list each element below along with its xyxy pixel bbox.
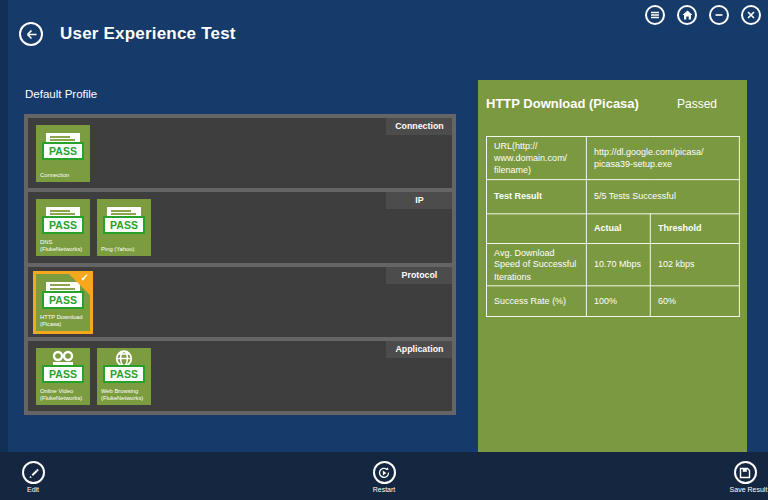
actual-value: 10.70 Mbps — [586, 243, 650, 286]
tile-label: Connection — [40, 172, 88, 179]
actual-value: 100% — [586, 286, 650, 317]
threshold-value: 60% — [650, 286, 739, 317]
tile-connection[interactable]: PASS Connection — [36, 125, 90, 182]
tile-http-download[interactable]: PASS HTTP Download (Picasa) ✓ — [33, 271, 93, 334]
save-label: Save Result — [730, 486, 761, 494]
row-value: 5/5 Tests Successful — [586, 179, 739, 213]
edit-button[interactable]: Edit — [21, 461, 45, 497]
restart-button[interactable]: Restart — [366, 461, 402, 497]
row-label: Success Rate (%) — [486, 286, 586, 317]
group-protocol: Protocol PASS HTTP Download (Picasa) ✓ — [28, 267, 452, 337]
profile-label: Default Profile — [25, 88, 97, 100]
tile-label: Online Video (FlukeNetworks) — [40, 388, 88, 402]
threshold-value: 102 kbps — [650, 243, 739, 286]
row-label: Test Result — [486, 179, 586, 213]
test-groups-panel: Connection PASS Connection IP PASS DNS (… — [24, 114, 456, 415]
tile-label: DNS (FlukeNetworks) — [40, 239, 88, 253]
close-icon — [746, 10, 756, 20]
tile-ping[interactable]: PASS Ping (Yahoo) — [97, 199, 151, 256]
tile-dns[interactable]: PASS DNS (FlukeNetworks) — [36, 199, 90, 256]
home-icon — [682, 10, 693, 20]
group-application: Application PASS Online Video (FlukeNetw… — [28, 341, 452, 411]
result-panel: HTTP Download (Picasa) Passed URL(http:/… — [478, 80, 747, 452]
result-title: HTTP Download (Picasa) — [486, 96, 639, 111]
col-header-actual: Actual — [586, 213, 650, 243]
window-controls — [645, 5, 761, 25]
row-label — [486, 213, 586, 243]
pass-badge: PASS — [42, 216, 84, 234]
save-result-button[interactable]: Save Result — [723, 461, 767, 497]
result-status: Passed — [677, 97, 717, 111]
result-table: URL(http:/​/​www.domain.com/​filename) h… — [486, 136, 740, 317]
tile-label: Ping (Yahoo) — [101, 246, 149, 253]
row-value: http:/​/​dl.google.com/​picasa/​picasa39… — [586, 136, 739, 179]
pass-badge: PASS — [103, 216, 145, 234]
group-tab-ip: IP — [386, 192, 452, 209]
col-header-threshold: Threshold — [650, 213, 739, 243]
page-title: User Experience Test — [60, 24, 236, 44]
row-label: Avg. Download Speed of Successful Iterat… — [486, 243, 586, 286]
check-icon: ✓ — [81, 272, 89, 283]
edit-label: Edit — [25, 486, 42, 494]
group-connection: Connection PASS Connection — [28, 118, 452, 188]
menu-button[interactable] — [645, 5, 665, 25]
hamburger-icon — [650, 10, 660, 20]
close-button[interactable] — [741, 5, 761, 25]
group-tab-application: Application — [386, 341, 452, 358]
bottom-bar: Edit Restart Save Result — [0, 452, 768, 500]
back-button[interactable] — [19, 22, 43, 46]
back-arrow-icon — [25, 28, 38, 41]
group-tab-protocol: Protocol — [386, 267, 452, 284]
pass-badge: PASS — [42, 142, 84, 160]
tile-label: HTTP Download (Picasa) — [40, 314, 88, 328]
minimize-icon — [714, 10, 724, 20]
pencil-icon — [27, 466, 40, 479]
tile-label: Web Browsing (FlukeNetworks) — [101, 388, 149, 402]
save-icon — [739, 467, 751, 479]
row-label: URL(http:/​/​www.domain.com/​filename) — [486, 136, 586, 179]
home-button[interactable] — [677, 5, 697, 25]
group-tab-connection: Connection — [386, 118, 452, 135]
tile-web-browsing[interactable]: PASS Web Browsing (FlukeNetworks) — [97, 348, 151, 405]
minimize-button[interactable] — [709, 5, 729, 25]
restart-icon — [377, 466, 391, 480]
group-ip: IP PASS DNS (FlukeNetworks) PASS Ping (Y… — [28, 192, 452, 262]
restart-label: Restart — [371, 486, 396, 494]
tile-online-video[interactable]: PASS Online Video (FlukeNetworks) — [36, 348, 90, 405]
pass-badge: PASS — [42, 365, 84, 383]
pass-badge: PASS — [103, 365, 145, 383]
left-edge-strip — [0, 0, 8, 500]
